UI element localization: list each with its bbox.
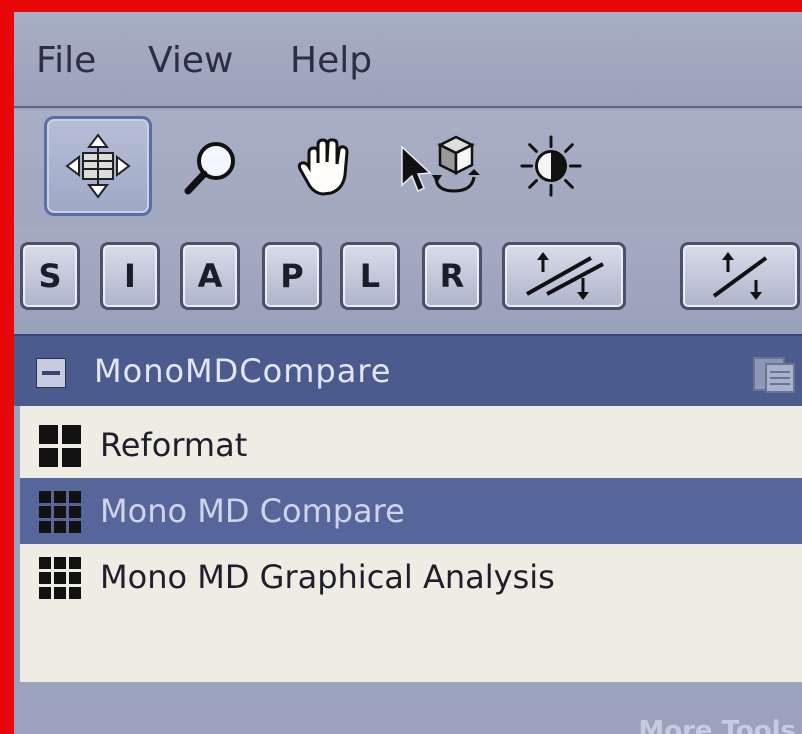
list-item-mono-md-compare[interactable]: Mono MD Compare — [20, 478, 802, 544]
move-tool-button[interactable] — [44, 116, 152, 216]
menu-file[interactable]: File — [36, 40, 96, 81]
grid-2x2-icon — [39, 425, 81, 467]
window-level-tool-button[interactable] — [519, 134, 583, 198]
slice-plane-up-icon — [712, 252, 768, 300]
view-button-p[interactable]: P — [262, 242, 322, 310]
collapse-icon[interactable] — [36, 358, 66, 388]
panel-title: MonoMDCompare — [94, 352, 392, 390]
pan-tool-button[interactable] — [294, 136, 358, 200]
panel-header: MonoMDCompare — [14, 334, 802, 406]
list-item-reformat[interactable]: Reformat — [20, 412, 802, 478]
list-item-label: Mono MD Graphical Analysis — [100, 558, 555, 596]
menu-bar: File View Help — [14, 12, 802, 108]
slice-plane-down-button[interactable] — [502, 242, 626, 310]
panel-options-icon[interactable] — [752, 354, 796, 394]
pan-hand-icon — [297, 138, 349, 196]
toolbar — [14, 110, 802, 228]
menu-help[interactable]: Help — [290, 40, 372, 81]
view-button-i[interactable]: I — [100, 242, 160, 310]
move-icon — [65, 133, 131, 199]
window-level-icon — [520, 135, 582, 197]
3d-rotate-tool-button[interactable] — [394, 135, 494, 200]
view-button-r[interactable]: R — [422, 242, 482, 310]
app-window: File View Help S I A P L R MonoMDCompare… — [14, 12, 802, 734]
list-item-mono-md-graphical-analysis[interactable]: Mono MD Graphical Analysis — [20, 544, 802, 610]
view-button-row: S I A P L R — [14, 228, 802, 332]
menu-view[interactable]: View — [148, 40, 233, 81]
slice-plane-down-icon — [526, 252, 604, 300]
zoom-icon — [184, 142, 235, 195]
view-button-s[interactable]: S — [20, 242, 80, 310]
3d-rotate-icon — [401, 135, 480, 193]
list-item-label: Mono MD Compare — [100, 492, 405, 530]
view-button-l[interactable]: L — [340, 242, 400, 310]
slice-plane-up-button[interactable] — [680, 242, 800, 310]
list-item-label: Reformat — [100, 426, 248, 464]
grid-3x3-icon — [39, 491, 81, 533]
zoom-tool-button[interactable] — [179, 136, 243, 200]
view-button-a[interactable]: A — [180, 242, 240, 310]
more-tools-link[interactable]: More Tools — [638, 716, 796, 734]
footer-bar: More Tools — [14, 682, 802, 734]
grid-3x3-icon — [39, 557, 81, 599]
protocol-list: Reformat Mono MD Compare Mono MD Graphic… — [20, 406, 802, 682]
